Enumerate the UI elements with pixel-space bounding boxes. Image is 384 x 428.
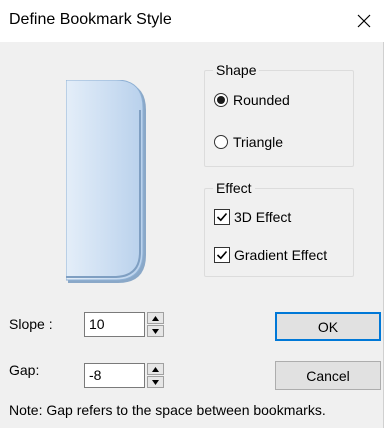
slope-label: Slope : — [9, 316, 53, 332]
checkbox[interactable] — [214, 247, 230, 263]
gap-spinner[interactable] — [147, 363, 164, 388]
slope-down-button[interactable] — [147, 325, 164, 337]
3d-effect-checkbox[interactable]: 3D Effect — [214, 209, 291, 225]
rounded-label: Rounded — [233, 92, 290, 108]
slope-up-button[interactable] — [147, 312, 164, 324]
shape-group-label: Shape — [213, 62, 260, 78]
gap-note: Note: Gap refers to the space between bo… — [9, 402, 326, 418]
triangle-label: Triangle — [233, 134, 284, 150]
gap-input[interactable]: -8 — [84, 363, 145, 388]
gap-label: Gap: — [9, 362, 40, 378]
gradient-effect-label: Gradient Effect — [234, 247, 328, 263]
effect-groupbox: Effect — [204, 180, 354, 277]
slope-spinner[interactable] — [147, 312, 164, 337]
gradient-effect-checkbox[interactable]: Gradient Effect — [214, 247, 327, 263]
close-button[interactable] — [344, 0, 384, 42]
gap-up-button[interactable] — [147, 363, 164, 375]
arrow-down-icon — [152, 379, 159, 385]
dialog-title: Define Bookmark Style — [9, 11, 172, 28]
rounded-radio[interactable]: Rounded — [214, 92, 290, 108]
effect-group-label: Effect — [213, 180, 255, 196]
radio-button[interactable] — [214, 135, 228, 149]
checkbox[interactable] — [214, 209, 230, 225]
radio-button[interactable] — [214, 93, 228, 107]
checkmark-icon — [216, 250, 228, 260]
slope-input[interactable]: 10 — [84, 312, 145, 337]
shape-groupbox: Shape — [204, 62, 354, 167]
triangle-radio[interactable]: Triangle — [214, 134, 283, 150]
radio-selected-dot — [217, 96, 225, 104]
checkmark-icon — [216, 212, 228, 222]
gap-down-button[interactable] — [147, 376, 164, 388]
title-bar: Define Bookmark Style — [0, 0, 384, 42]
define-bookmark-style-dialog: Define Bookmark Style Shape Rounded Tria… — [0, 0, 384, 428]
3d-effect-label: 3D Effect — [234, 209, 292, 225]
ok-button[interactable]: OK — [275, 312, 381, 341]
arrow-down-icon — [152, 328, 159, 334]
cancel-button[interactable]: Cancel — [275, 361, 381, 390]
bookmark-preview-shape — [65, 79, 146, 283]
arrow-up-icon — [152, 366, 159, 372]
close-icon — [357, 14, 371, 28]
arrow-up-icon — [152, 315, 159, 321]
bookmark-preview — [65, 79, 148, 285]
